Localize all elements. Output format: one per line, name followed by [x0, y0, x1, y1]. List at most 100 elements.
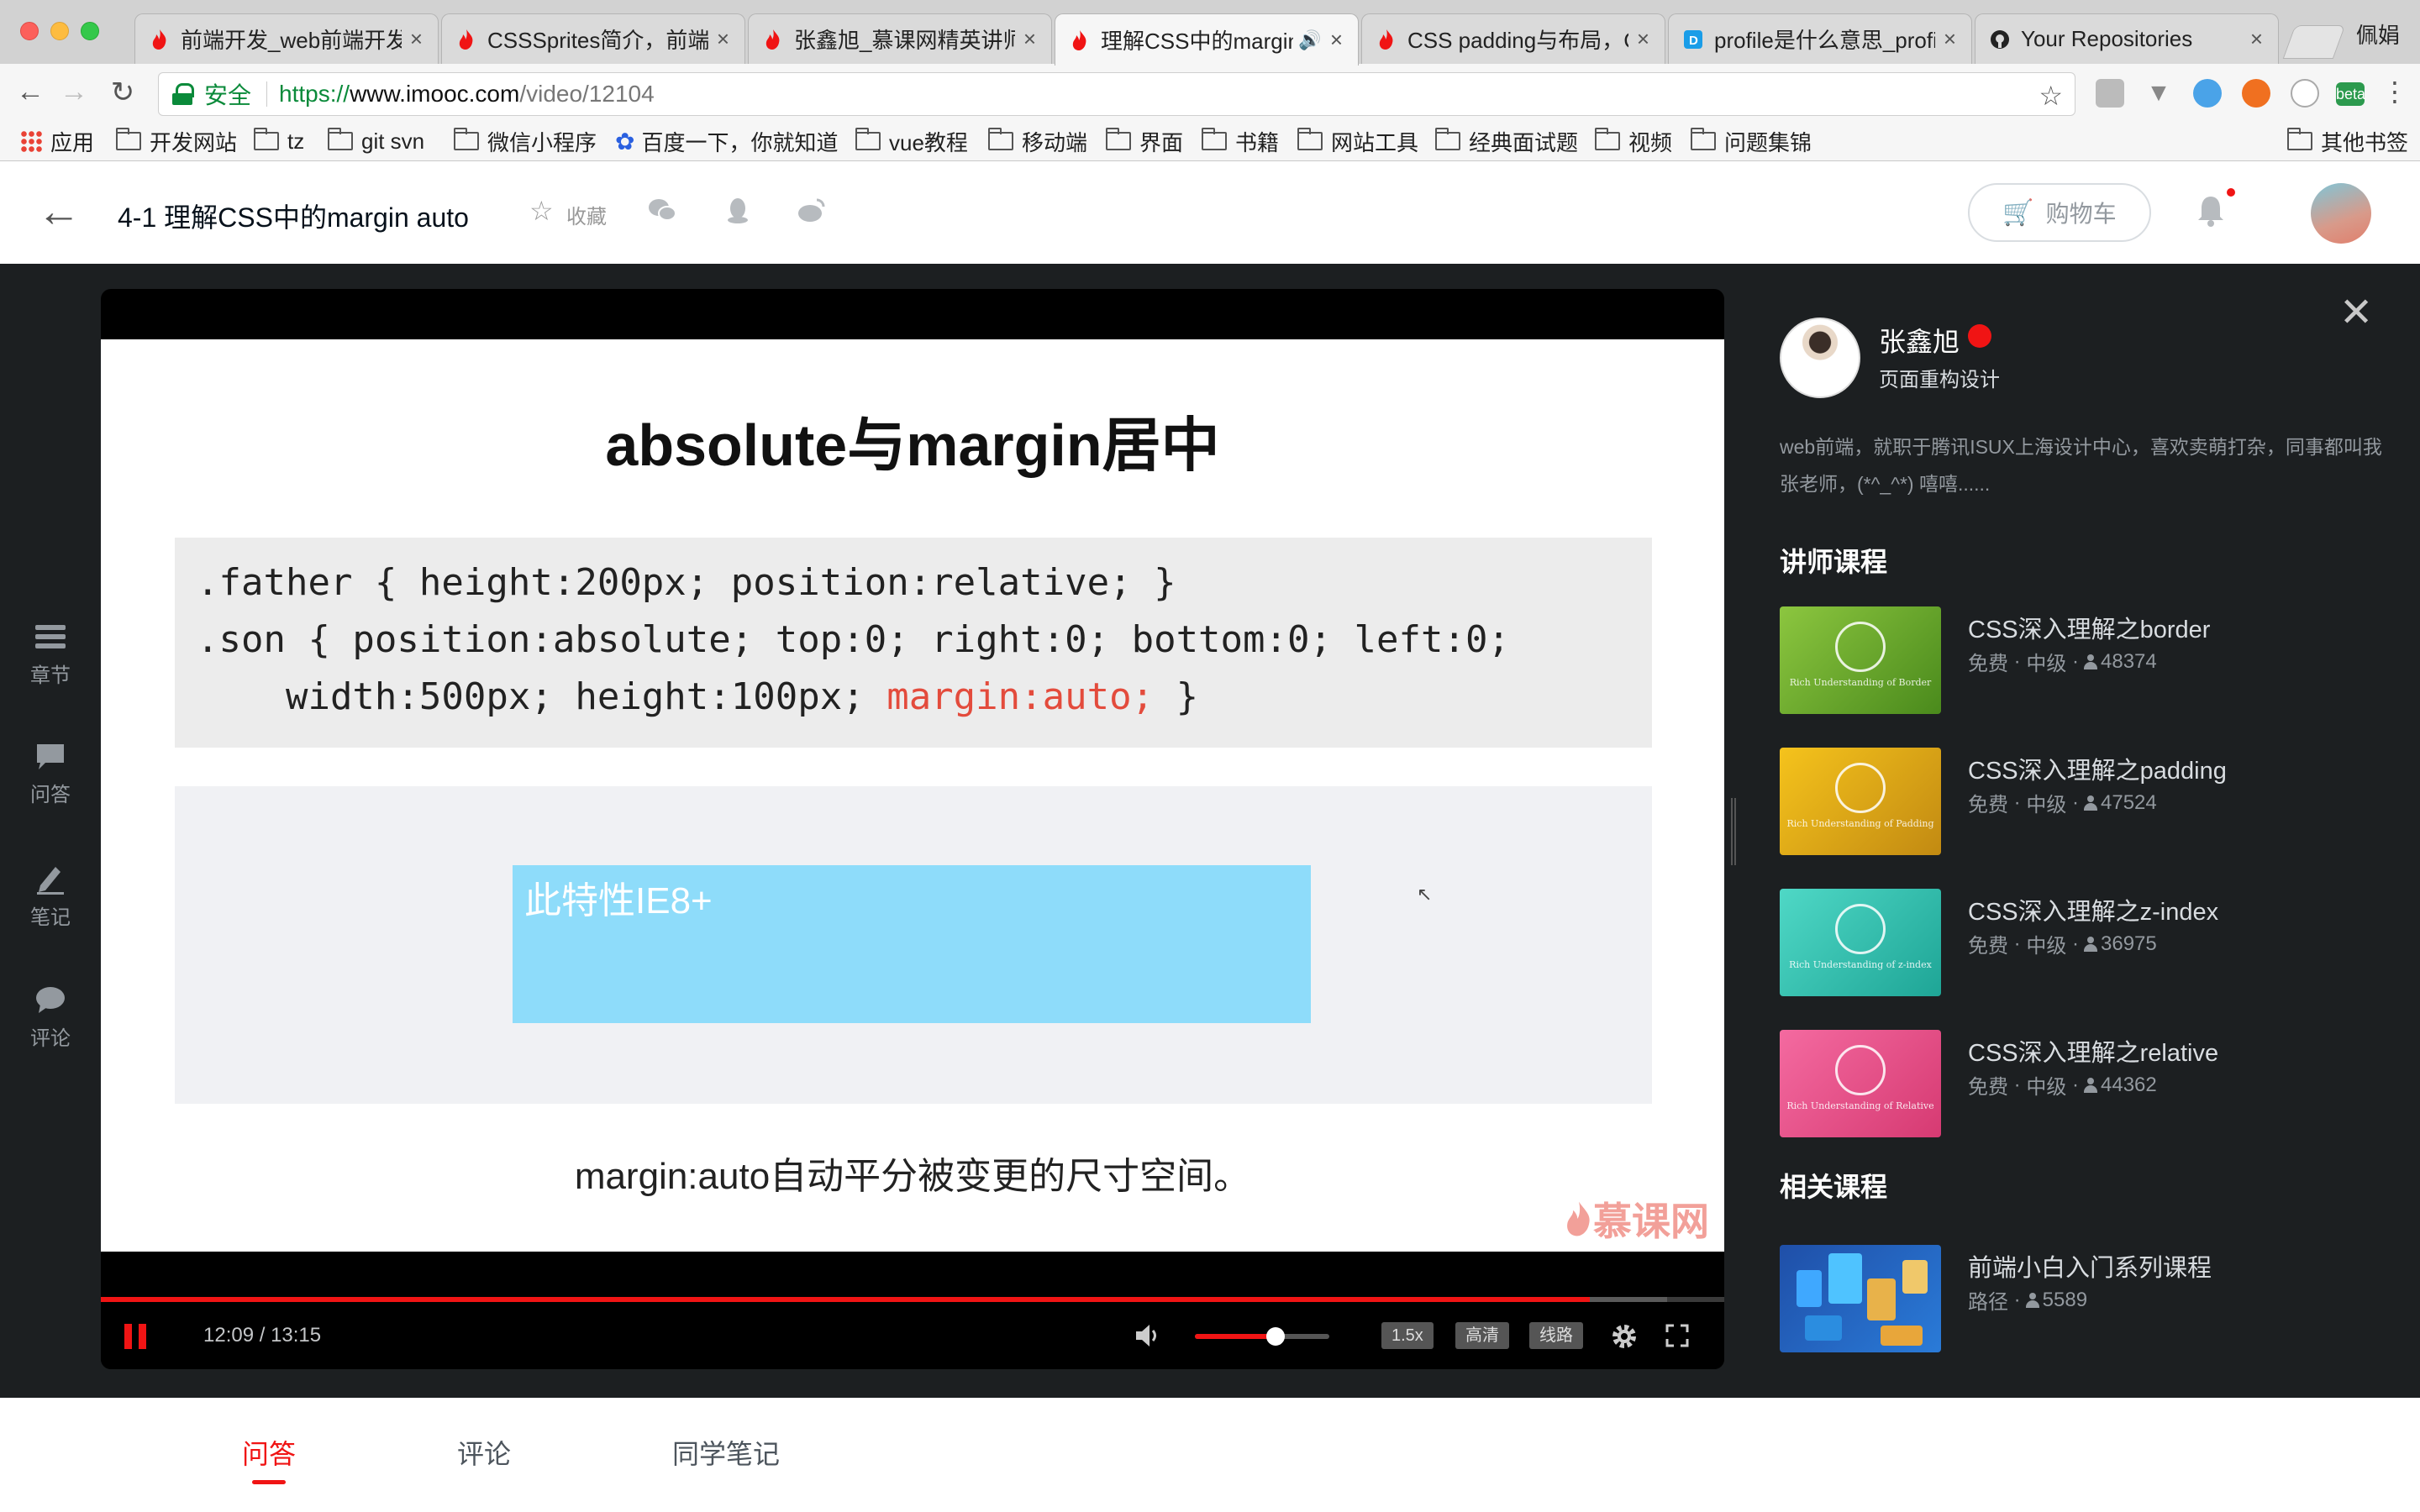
active-tab-underline	[252, 1480, 286, 1484]
volume-slider[interactable]	[1195, 1327, 1329, 1346]
bookmark-folder[interactable]: 问题集锦	[1691, 126, 1812, 156]
folder-icon	[116, 128, 141, 150]
browser-tab[interactable]: 前端开发_web前端开发 ×	[134, 13, 439, 64]
bookmark-folder[interactable]: 视频	[1595, 126, 1672, 156]
course-card[interactable]: Rich Understanding of Padding CSS深入理解之pa…	[1780, 748, 2402, 857]
star-icon[interactable]: ☆	[529, 195, 554, 227]
window-minimize-button[interactable]	[50, 22, 69, 40]
course-level: 中级	[2026, 1076, 2067, 1099]
flame-icon	[457, 29, 476, 50]
extension-icon[interactable]	[2096, 79, 2124, 108]
browser-profile-name[interactable]: 佩娟	[2356, 18, 2400, 50]
extension-icon[interactable]	[2242, 79, 2270, 108]
bookmark-baidu[interactable]: ✿ 百度一下，你就知道	[615, 126, 838, 156]
bookmark-folder[interactable]: 移动端	[988, 126, 1087, 156]
tab-close-icon[interactable]: ×	[1023, 26, 1036, 52]
tab-close-icon[interactable]: ×	[1637, 26, 1649, 52]
shopping-cart-button[interactable]: 🛒 购物车	[1968, 183, 2151, 242]
tab-qa[interactable]: 问答	[242, 1433, 296, 1472]
omnibox-divider	[266, 81, 268, 107]
course-learners: 5589	[2042, 1288, 2088, 1311]
browser-tab[interactable]: 张鑫旭_慕课网精英讲师 ×	[748, 13, 1052, 64]
bookmark-folder[interactable]: 界面	[1106, 126, 1183, 156]
bookmark-folder[interactable]: 微信小程序	[454, 126, 597, 156]
tab-audio-icon[interactable]: 🔊	[1298, 29, 1321, 51]
forward-arrow-icon[interactable]: →	[55, 76, 92, 108]
related-course-card[interactable]: 前端小白入门系列课程 路径 · 5589	[1780, 1245, 2402, 1354]
bookmark-label: 网站工具	[1331, 129, 1419, 155]
course-card[interactable]: Rich Understanding of Relative CSS深入理解之r…	[1780, 1030, 2402, 1139]
browser-tab[interactable]: CSS padding与布局，C ×	[1361, 13, 1665, 64]
bookmark-star-icon[interactable]: ☆	[2039, 80, 2063, 112]
close-icon[interactable]: ✕	[2339, 289, 2373, 336]
reload-icon[interactable]: ↻	[104, 76, 141, 109]
bell-icon[interactable]	[2196, 195, 2225, 227]
bookmark-label: 百度一下，你就知道	[641, 129, 839, 155]
address-bar[interactable]: 安全 https:// www.imooc.com /video/12104 ☆	[158, 72, 2075, 116]
window-close-button[interactable]	[20, 22, 39, 40]
teacher-bio: web前端，就职于腾讯ISUX上海设计中心，喜欢卖萌打杂，同事都叫我张老师，(*…	[1780, 436, 2382, 495]
playback-speed-button[interactable]: 1.5x	[1381, 1322, 1434, 1349]
bookmark-folder[interactable]: tz	[254, 126, 304, 156]
bookmark-apps[interactable]: 应用	[20, 126, 94, 156]
extension-icon[interactable]	[2291, 79, 2319, 108]
tab-comments[interactable]: 评论	[457, 1433, 511, 1472]
teacher-name[interactable]: 张鑫旭	[1879, 321, 1960, 360]
course-level: 中级	[2026, 935, 2067, 958]
tab-close-icon[interactable]: ×	[1330, 27, 1343, 53]
pause-icon[interactable]	[124, 1324, 146, 1349]
beta-extension-icon[interactable]: beta	[2336, 82, 2365, 106]
browser-tab-active[interactable]: 理解CSS中的margin 🔊 ×	[1055, 13, 1359, 66]
quality-button[interactable]: 高清	[1455, 1322, 1509, 1349]
fullscreen-icon[interactable]	[1665, 1324, 1689, 1347]
avatar[interactable]	[2311, 183, 2371, 244]
window-zoom-button[interactable]	[81, 22, 99, 40]
left-rail: 章节 问答 笔记 评论	[0, 264, 101, 1398]
rail-comments[interactable]: 评论	[0, 983, 101, 1051]
tab-close-icon[interactable]: ×	[2250, 26, 2263, 52]
video-player[interactable]: absolute与margin居中 .father { height:200px…	[101, 289, 1724, 1369]
browser-tab[interactable]: D profile是什么意思_profi ×	[1668, 13, 1972, 64]
vue-devtools-icon[interactable]: ▼	[2144, 79, 2173, 108]
new-tab-button[interactable]	[2282, 25, 2346, 59]
back-arrow-icon[interactable]: ←	[12, 76, 49, 108]
rail-chapters[interactable]: 章节	[0, 620, 101, 688]
tab-close-icon[interactable]: ×	[410, 26, 423, 52]
course-card[interactable]: Rich Understanding of Border CSS深入理解之bor…	[1780, 606, 2402, 716]
tab-classmate-notes[interactable]: 同学笔记	[672, 1433, 780, 1472]
browser-tab[interactable]: CSSSprites简介，前端 ×	[441, 13, 745, 64]
wechat-share-icon[interactable]	[647, 195, 677, 225]
weibo-share-icon[interactable]	[797, 195, 827, 225]
bookmark-other[interactable]: 其他书签	[2287, 126, 2408, 156]
bookmark-folder[interactable]: 经典面试题	[1435, 126, 1578, 156]
rail-qa[interactable]: 问答	[0, 739, 101, 807]
course-name: 前端小白入门系列课程	[1968, 1255, 2212, 1282]
tab-close-icon[interactable]: ×	[717, 26, 729, 52]
bookmark-folder[interactable]: git svn	[328, 126, 424, 156]
bookmark-folder[interactable]: 开发网站	[116, 126, 237, 156]
course-learners: 44362	[2101, 1073, 2157, 1096]
favorite-button-label[interactable]: 收藏	[566, 200, 607, 229]
browser-menu-icon[interactable]: ⋮	[2381, 76, 2408, 108]
folder-icon	[1202, 128, 1227, 150]
line-select-button[interactable]: 线路	[1529, 1322, 1583, 1349]
teacher-avatar[interactable]	[1780, 318, 1860, 398]
tab-title: 张鑫旭_慕课网精英讲师	[794, 28, 1015, 53]
browser-tab[interactable]: Your Repositories ×	[1975, 13, 2279, 64]
tab-close-icon[interactable]: ×	[1944, 26, 1956, 52]
teacher-courses-title: 讲师课程	[1780, 547, 1888, 577]
qq-share-icon[interactable]	[723, 195, 753, 225]
volume-icon[interactable]	[1133, 1320, 1163, 1351]
back-arrow-icon[interactable]: ←	[37, 186, 81, 237]
panel-resize-handle[interactable]	[1731, 798, 1736, 865]
course-meta: 免费 · 中级 · 47524	[1968, 788, 2157, 817]
code-highlight: margin:auto;	[886, 675, 1155, 718]
volume-knob[interactable]	[1266, 1327, 1285, 1346]
bookmark-folder[interactable]: 网站工具	[1297, 126, 1418, 156]
gear-icon[interactable]	[1610, 1322, 1639, 1351]
course-card[interactable]: Rich Understanding of z-index CSS深入理解之z-…	[1780, 889, 2402, 998]
rail-notes[interactable]: 笔记	[0, 862, 101, 930]
extension-icon[interactable]	[2193, 79, 2222, 108]
bookmark-folder[interactable]: vue教程	[855, 126, 968, 156]
bookmark-folder[interactable]: 书籍	[1202, 126, 1279, 156]
